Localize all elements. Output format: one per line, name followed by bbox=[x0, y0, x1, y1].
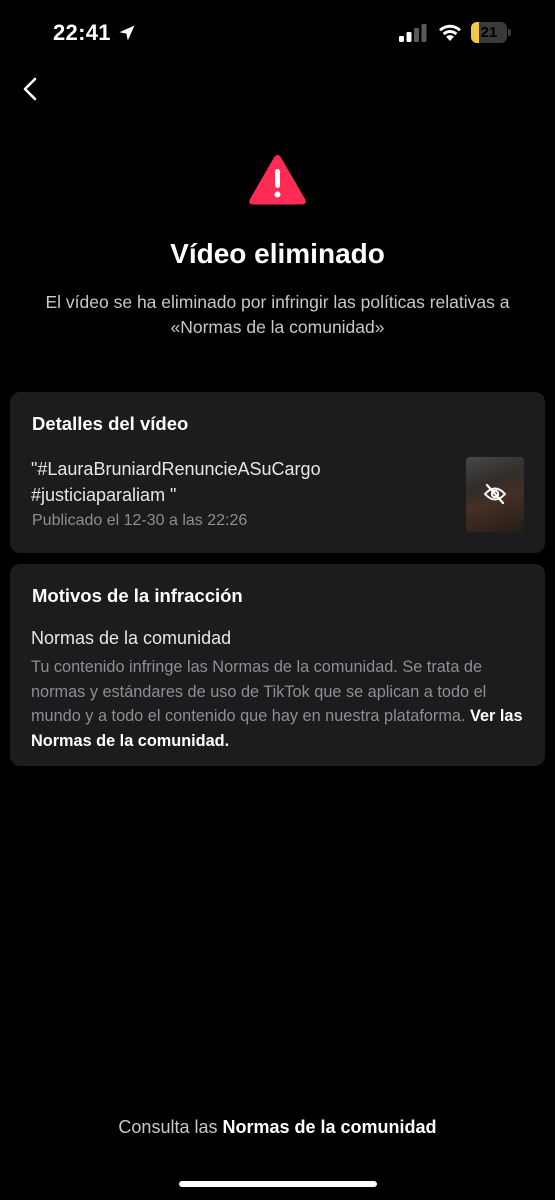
back-button[interactable] bbox=[14, 72, 46, 106]
location-arrow-icon bbox=[119, 25, 135, 41]
wifi-icon bbox=[439, 24, 461, 41]
video-published-date: Publicado el 12-30 a las 22:26 bbox=[32, 512, 248, 529]
footer-prefix: Consulta las bbox=[118, 1117, 218, 1137]
violation-reasons-card: Motivos de la infracción Normas de la co… bbox=[10, 564, 545, 766]
footer-guidelines-link[interactable]: Normas de la comunidad bbox=[223, 1117, 437, 1137]
video-details-title: Detalles del vídeo bbox=[32, 413, 189, 434]
video-caption: "#LauraBruniardRenuncieASuCargo #justici… bbox=[31, 459, 321, 505]
chevron-left-icon bbox=[23, 77, 37, 101]
violation-reason-heading: Normas de la comunidad bbox=[31, 628, 232, 648]
battery-icon: 21 bbox=[471, 22, 511, 43]
home-indicator[interactable] bbox=[179, 1181, 377, 1187]
footer-guidelines: Consulta las Normas de la comunidad bbox=[0, 1117, 555, 1138]
status-bar: 22:41 21 bbox=[0, 0, 555, 66]
page-title: Vídeo eliminado bbox=[170, 238, 385, 269]
status-time: 22:41 bbox=[53, 20, 111, 45]
violation-reason-body: Tu contenido infringe las Normas de la c… bbox=[31, 655, 526, 753]
cellular-signal-icon bbox=[399, 24, 427, 42]
video-thumbnail[interactable] bbox=[466, 457, 524, 532]
warning-triangle-icon bbox=[249, 155, 306, 205]
eye-off-icon bbox=[483, 483, 507, 505]
violation-reasons-title: Motivos de la infracción bbox=[32, 585, 243, 606]
battery-level: 21 bbox=[480, 24, 498, 41]
video-details-card: Detalles del vídeo "#LauraBruniardRenunc… bbox=[10, 392, 545, 553]
page-subtitle: El vídeo se ha eliminado por infringir l… bbox=[45, 292, 510, 337]
violation-reason-text: Tu contenido infringe las Normas de la c… bbox=[31, 658, 487, 725]
